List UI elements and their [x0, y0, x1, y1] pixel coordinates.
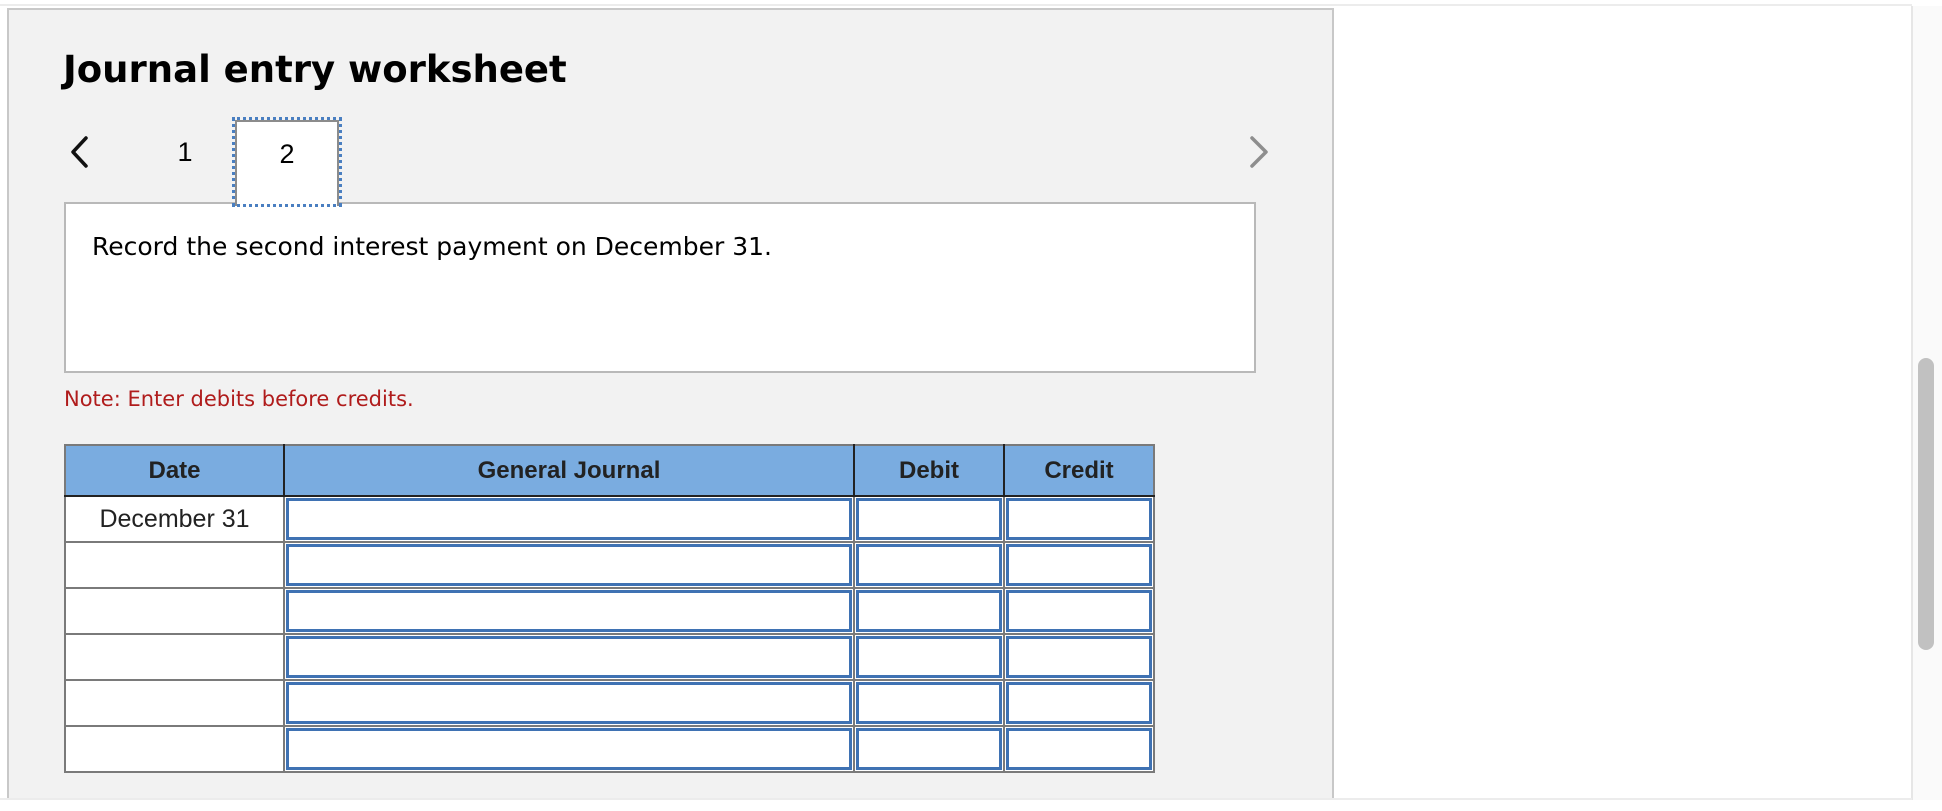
- table-row: [64, 587, 1155, 635]
- table-row: [64, 725, 1155, 773]
- column-header-debit: Debit: [853, 444, 1005, 497]
- debit-cell: [853, 633, 1005, 681]
- account-cell: [283, 587, 855, 635]
- tab-1[interactable]: 1: [165, 124, 205, 184]
- credit-input[interactable]: [1006, 590, 1152, 632]
- debit-cell: [853, 725, 1005, 773]
- credit-input[interactable]: [1006, 728, 1152, 770]
- table-row: [64, 633, 1155, 681]
- debit-cell: [853, 541, 1005, 589]
- chevron-left-icon: [71, 136, 88, 168]
- date-cell: [64, 587, 285, 635]
- debit-cell: [853, 587, 1005, 635]
- credit-cell: [1003, 633, 1155, 681]
- instruction-box: Record the second interest payment on De…: [64, 202, 1256, 373]
- credit-cell: [1003, 679, 1155, 727]
- account-input[interactable]: [286, 590, 852, 632]
- date-cell: [64, 679, 285, 727]
- credit-input[interactable]: [1006, 636, 1152, 678]
- table-row: [64, 541, 1155, 589]
- date-cell: [64, 541, 285, 589]
- debit-cell: [853, 679, 1005, 727]
- credit-input[interactable]: [1006, 682, 1152, 724]
- column-header-date: Date: [64, 444, 285, 497]
- credit-cell: [1003, 587, 1155, 635]
- date-cell: December 31: [64, 495, 285, 543]
- table-header-row: Date General Journal Debit Credit: [64, 444, 1155, 497]
- account-input[interactable]: [286, 544, 852, 586]
- credit-input[interactable]: [1006, 544, 1152, 586]
- account-input[interactable]: [286, 728, 852, 770]
- prev-button[interactable]: [68, 134, 92, 170]
- debit-input[interactable]: [856, 682, 1002, 724]
- instruction-text: Record the second interest payment on De…: [92, 232, 773, 261]
- debit-input[interactable]: [856, 590, 1002, 632]
- debit-cell: [853, 495, 1005, 543]
- scrollbar-thumb[interactable]: [1918, 358, 1934, 650]
- account-input[interactable]: [286, 682, 852, 724]
- debit-input[interactable]: [856, 728, 1002, 770]
- bottom-divider: [0, 798, 1912, 800]
- table-row: [64, 679, 1155, 727]
- journal-table: Date General Journal Debit Credit Decemb…: [64, 444, 1155, 773]
- next-button[interactable]: [1246, 134, 1270, 170]
- tab-2-focus-outline[interactable]: [232, 117, 342, 207]
- debit-input[interactable]: [856, 636, 1002, 678]
- column-header-general-journal: General Journal: [283, 444, 855, 497]
- column-header-credit: Credit: [1003, 444, 1155, 497]
- debit-input[interactable]: [856, 498, 1002, 540]
- account-input[interactable]: [286, 636, 852, 678]
- date-cell: [64, 725, 285, 773]
- account-cell: [283, 495, 855, 543]
- credit-cell: [1003, 495, 1155, 543]
- page-title: Journal entry worksheet: [63, 48, 567, 91]
- top-divider: [0, 4, 1912, 6]
- credit-input[interactable]: [1006, 498, 1152, 540]
- table-row: December 31: [64, 495, 1155, 543]
- date-cell: [64, 633, 285, 681]
- account-cell: [283, 541, 855, 589]
- credit-cell: [1003, 725, 1155, 773]
- note-text: Note: Enter debits before credits.: [64, 387, 414, 411]
- account-cell: [283, 633, 855, 681]
- debit-input[interactable]: [856, 544, 1002, 586]
- account-cell: [283, 679, 855, 727]
- credit-cell: [1003, 541, 1155, 589]
- account-input[interactable]: [286, 498, 852, 540]
- chevron-right-icon: [1250, 136, 1268, 168]
- account-cell: [283, 725, 855, 773]
